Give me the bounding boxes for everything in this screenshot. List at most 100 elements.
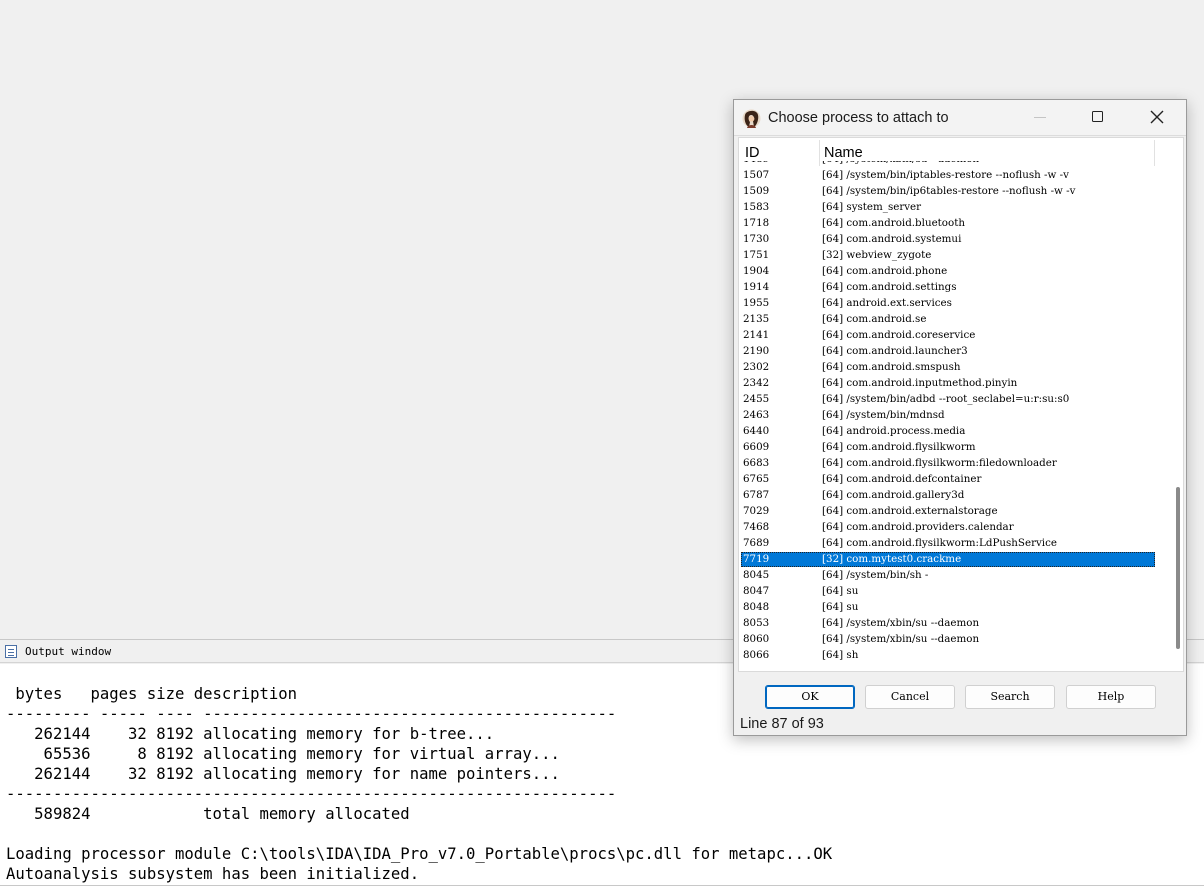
status-line: Line 87 of 93 <box>740 716 824 732</box>
process-name: [64] /system/xbin/su --daemon <box>822 161 979 167</box>
process-row[interactable]: 1904 [64] com.android.phone <box>741 264 1155 279</box>
process-name: [64] /system/bin/mdnsd <box>822 409 945 421</box>
process-id: 6787 <box>743 489 770 501</box>
process-name: [64] com.android.inputmethod.pinyin <box>822 377 1018 389</box>
process-name: [32] com.mytest0.crackme <box>822 553 962 565</box>
process-id: 2302 <box>743 361 770 373</box>
process-row[interactable]: 1955 [64] android.ext.services <box>741 296 1155 311</box>
cancel-button[interactable]: Cancel <box>865 685 955 709</box>
process-id: 7689 <box>743 537 770 549</box>
process-name: [32] webview_zygote <box>822 249 932 261</box>
output-line: Loading processor module C:\tools\IDA\ID… <box>6 845 833 863</box>
process-row-selected[interactable]: 7719 [32] com.mytest0.crackme <box>741 552 1155 567</box>
close-button[interactable] <box>1134 100 1180 135</box>
maximize-button[interactable] <box>1075 100 1121 135</box>
process-row[interactable]: 1507 [64] /system/bin/iptables-restore --… <box>741 168 1155 183</box>
process-row[interactable]: 2463 [64] /system/bin/mdnsd <box>741 408 1155 423</box>
help-button[interactable]: Help <box>1066 685 1156 709</box>
process-id: 1507 <box>743 169 770 181</box>
process-row[interactable]: 1583 [64] system_server <box>741 200 1155 215</box>
process-row[interactable]: 8048 [64] su <box>741 600 1155 615</box>
process-id: 6765 <box>743 473 770 485</box>
process-name: [64] com.android.se <box>822 313 927 325</box>
process-id: 1583 <box>743 201 770 213</box>
output-line: Autoanalysis subsystem has been initiali… <box>6 865 420 883</box>
minimize-button[interactable] <box>1017 100 1063 135</box>
process-row[interactable]: 2455 [64] /system/bin/adbd --root_seclabe… <box>741 392 1155 407</box>
process-row[interactable]: 6440 [64] android.process.media <box>741 424 1155 439</box>
close-icon <box>1150 110 1164 124</box>
output-line: 65536 8 8192 allocating memory for virtu… <box>6 745 560 763</box>
process-row[interactable]: 8066 [64] sh <box>741 648 1155 663</box>
process-id: 7468 <box>743 521 770 533</box>
process-id: 6683 <box>743 457 770 469</box>
output-log: bytes pages size description --------- --… <box>6 684 832 884</box>
process-row[interactable]: 8047 [64] su <box>741 584 1155 599</box>
process-row[interactable]: 1751 [32] webview_zygote <box>741 248 1155 263</box>
column-header-name[interactable]: Name <box>824 145 863 161</box>
process-row[interactable]: 1914 [64] com.android.settings <box>741 280 1155 295</box>
process-id: 1718 <box>743 217 770 229</box>
process-row[interactable]: 2190 [64] com.android.launcher3 <box>741 344 1155 359</box>
process-row[interactable]: 1509 [64] /system/bin/ip6tables-restore -… <box>741 184 1155 199</box>
process-id: 8066 <box>743 649 770 661</box>
output-line: --------- ----- ---- -------------------… <box>6 705 617 723</box>
process-row[interactable]: 6683 [64] com.android.flysilkworm:filedow… <box>741 456 1155 471</box>
process-name: [64] com.android.flysilkworm <box>822 441 976 453</box>
process-row[interactable]: 1718 [64] com.android.bluetooth <box>741 216 1155 231</box>
process-name: [64] com.android.bluetooth <box>822 217 965 229</box>
ok-button[interactable]: OK <box>765 685 855 709</box>
process-id: 7029 <box>743 505 770 517</box>
dialog-title: Choose process to attach to <box>768 110 949 126</box>
process-row[interactable]: 1489 [64] /system/xbin/su --daemon <box>741 161 1155 167</box>
process-row[interactable]: 2302 [64] com.android.smspush <box>741 360 1155 375</box>
process-row[interactable]: 7468 [64] com.android.providers.calendar <box>741 520 1155 535</box>
process-id: 1730 <box>743 233 770 245</box>
output-window-title: Output window <box>25 645 112 658</box>
process-name: [64] com.android.coreservice <box>822 329 976 341</box>
process-name: [64] system_server <box>822 201 922 213</box>
output-line: 262144 32 8192 allocating memory for b-t… <box>6 725 495 743</box>
process-name: [64] android.process.media <box>822 425 966 437</box>
process-row[interactable]: 8060 [64] /system/xbin/su --daemon <box>741 632 1155 647</box>
process-id: 1489 <box>743 161 769 167</box>
process-row[interactable]: 1730 [64] com.android.systemui <box>741 232 1155 247</box>
process-id: 8045 <box>743 569 770 581</box>
process-row[interactable]: 8045 [64] /system/bin/sh - <box>741 568 1155 583</box>
process-row[interactable]: 2141 [64] com.android.coreservice <box>741 328 1155 343</box>
process-id: 1904 <box>743 265 770 277</box>
output-line: ----------------------------------------… <box>6 785 617 803</box>
process-row[interactable]: 7689 [64] com.android.flysilkworm:LdPushS… <box>741 536 1155 551</box>
process-id: 8060 <box>743 633 770 645</box>
process-name: [64] /system/xbin/su --daemon <box>822 633 980 645</box>
process-id: 7719 <box>743 553 770 565</box>
process-row[interactable]: 6609 [64] com.android.flysilkworm <box>741 440 1155 455</box>
scrollbar-thumb[interactable] <box>1176 487 1180 649</box>
process-id: 6440 <box>743 425 770 437</box>
process-row[interactable]: 6787 [64] com.android.gallery3d <box>741 488 1155 503</box>
process-name: [64] /system/xbin/su --daemon <box>822 617 980 629</box>
process-row[interactable]: 2342 [64] com.android.inputmethod.pinyin <box>741 376 1155 391</box>
process-row[interactable]: 2135 [64] com.android.se <box>741 312 1155 327</box>
process-name: [64] com.android.launcher3 <box>822 345 968 357</box>
search-button[interactable]: Search <box>965 685 1055 709</box>
process-name: [64] com.android.smspush <box>822 361 961 373</box>
process-name: [64] su <box>822 601 859 613</box>
process-name: [64] android.ext.services <box>822 297 952 309</box>
process-row[interactable]: 7029 [64] com.android.externalstorage <box>741 504 1155 519</box>
process-id: 2342 <box>743 377 770 389</box>
process-list[interactable]: ID Name 1489 [64] /system/xbin/su --daemo… <box>738 137 1184 672</box>
process-row[interactable]: 8053 [64] /system/xbin/su --daemon <box>741 616 1155 631</box>
column-header-id[interactable]: ID <box>745 145 760 161</box>
process-name: [64] /system/bin/iptables-restore --nofl… <box>822 169 1069 181</box>
process-name: [64] com.android.externalstorage <box>822 505 998 517</box>
vertical-scrollbar[interactable] <box>1172 168 1183 671</box>
dialog-title-bar[interactable]: Choose process to attach to <box>734 100 1186 136</box>
process-id: 1751 <box>743 249 770 261</box>
process-name: [64] com.android.flysilkworm:LdPushServi… <box>822 537 1057 549</box>
process-id: 1914 <box>743 281 770 293</box>
process-row[interactable]: 6765 [64] com.android.defcontainer <box>741 472 1155 487</box>
process-name: [64] /system/bin/sh - <box>822 569 929 581</box>
process-id: 2463 <box>743 409 770 421</box>
